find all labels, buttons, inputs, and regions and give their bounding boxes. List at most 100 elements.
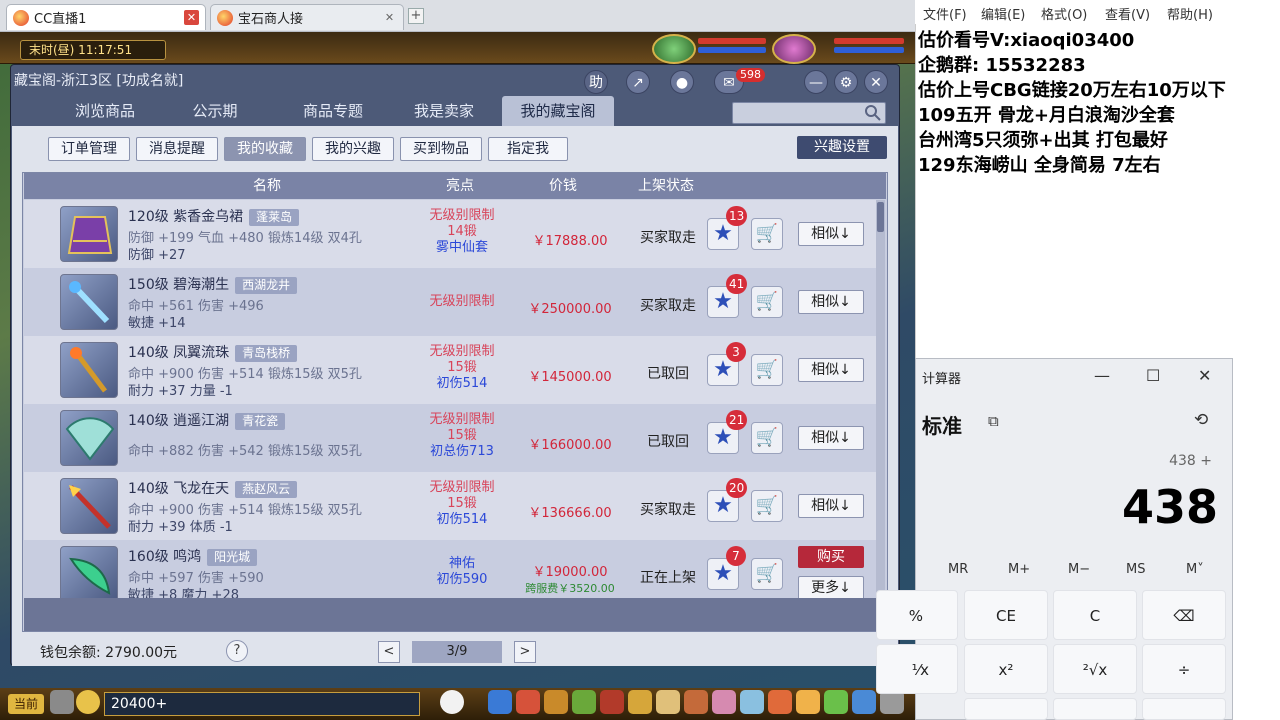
pet-avatar-icon[interactable] [652,34,696,64]
subtab-order-management[interactable]: 订单管理 [48,137,130,161]
attack-icon[interactable] [488,690,512,714]
settings-gear-icon[interactable]: ⚙ [834,70,858,94]
treasure-icon[interactable] [768,690,792,714]
cart-icon[interactable]: 🛒 [751,490,783,522]
minimize-icon[interactable]: — [804,70,828,94]
subtab-my-favorites[interactable]: 我的收藏 [224,137,306,161]
notepad-line[interactable]: 129东海崂山 全身简易 7左右 [918,151,1161,177]
notepad-line[interactable]: 企鹅群: 15532283 [918,51,1086,77]
menu-help[interactable]: 帮助(H) [1167,4,1213,23]
similar-button[interactable]: 相似↓ [798,290,864,314]
close-icon[interactable]: ✕ [864,70,888,94]
notepad-line[interactable]: 台州湾5只须弥+出其 打包最好 [918,126,1168,152]
team-icon[interactable] [600,690,624,714]
task-icon[interactable] [656,690,680,714]
cart-icon[interactable]: 🛒 [751,286,783,318]
memory-subtract-button[interactable]: M− [1068,562,1090,577]
menu-file[interactable]: 文件(F) [923,4,967,23]
tab-public-period[interactable]: 公示期 [170,96,260,126]
mall-icon[interactable] [796,690,820,714]
minimize-window-icon[interactable]: — [1094,366,1110,385]
clear-key[interactable]: C [1053,590,1137,640]
calculator-mode[interactable]: 标准 [922,410,962,439]
similar-button[interactable]: 相似↓ [798,494,864,518]
maximize-window-icon[interactable]: ☐ [1146,366,1160,385]
similar-button[interactable]: 相似↓ [798,426,864,450]
memory-recall-button[interactable]: MR [948,562,968,577]
calculator-key[interactable] [1142,698,1226,720]
tab-topics[interactable]: 商品专题 [280,96,386,126]
system-icon[interactable] [852,690,876,714]
subtab-designated-me[interactable]: 指定我 [488,137,568,161]
reciprocal-key[interactable]: ¹⁄x [876,644,958,694]
player-avatar-icon[interactable] [772,34,816,64]
next-page-button[interactable]: > [514,641,536,663]
table-row[interactable]: 160级 鸣鸿 阳光城 命中 +597 伤害 +590 敏捷 +8 魔力 +28 … [24,540,876,598]
jade-fan-icon[interactable] [60,410,118,466]
memory-store-button[interactable]: MS [1126,562,1145,577]
tab-i-am-seller[interactable]: 我是卖家 [396,96,492,126]
cart-icon[interactable]: 🛒 [751,422,783,454]
close-tab-icon[interactable]: ✕ [184,10,199,25]
backspace-key[interactable]: ⌫ [1142,590,1226,640]
subtab-message-reminder[interactable]: 消息提醒 [136,137,218,161]
square-key[interactable]: x² [964,644,1048,694]
similar-button[interactable]: 相似↓ [798,358,864,382]
help-button[interactable]: 助 [584,70,608,94]
subtab-my-interests[interactable]: 我的兴趣 [312,137,394,161]
clear-entry-key[interactable]: CE [964,590,1048,640]
green-blade-icon[interactable] [60,546,118,598]
notepad-line[interactable]: 估价上号CBG链接20万左右10万以下 [918,76,1226,102]
pet-portrait-icon[interactable] [440,690,464,714]
guild-icon[interactable] [684,690,708,714]
menu-edit[interactable]: 编辑(E) [981,4,1025,23]
search-input[interactable] [732,102,886,124]
history-icon[interactable]: ⟲ [1194,410,1208,430]
table-scrollbar[interactable] [876,200,885,598]
calculator-key[interactable] [1053,698,1137,720]
item-bag-icon[interactable] [516,690,540,714]
notepad-line[interactable]: 估价看号V:xiaoqi03400 [918,26,1134,52]
menu-view[interactable]: 查看(V) [1105,4,1150,23]
microphone-icon[interactable] [50,690,74,714]
browser-tab-gem-merchant[interactable]: 宝石商人接 ✕ [210,4,404,30]
percent-key[interactable]: % [876,590,958,640]
table-row[interactable]: 120级 紫香金乌裙 蓬莱岛 防御 +199 气血 +480 锻炼14级 双4孔 … [24,200,876,268]
friends-icon[interactable] [712,690,736,714]
cart-icon[interactable]: 🛒 [751,558,783,590]
similar-button[interactable]: 相似↓ [798,222,864,246]
dragon-spear-icon[interactable] [60,478,118,534]
activity-icon[interactable] [740,690,764,714]
notepad-line[interactable]: 109五开 骨龙+月白浪淘沙全套 [918,101,1175,127]
chat-input[interactable]: 20400+ [104,692,420,716]
close-tab-icon[interactable]: ✕ [382,10,397,25]
share-icon[interactable]: ↗ [626,70,650,94]
keep-on-top-icon[interactable]: ⧉ [988,412,999,430]
golden-staff-icon[interactable] [60,342,118,398]
table-row[interactable]: 150级 碧海潮生 西湖龙井 命中 +561 伤害 +496 敏捷 +14 无级别… [24,268,876,336]
give-icon[interactable] [544,690,568,714]
purple-skirt-icon[interactable] [60,206,118,262]
table-row[interactable]: 140级 飞龙在天 燕赵风云 命中 +900 伤害 +514 锻炼15级 双5孔 … [24,472,876,540]
pet-menu-icon[interactable] [628,690,652,714]
table-row[interactable]: 140级 逍遥江湖 青花瓷 命中 +882 伤害 +542 锻炼15级 双5孔 无… [24,404,876,472]
more-button[interactable]: 更多↓ [798,576,864,598]
map-icon[interactable] [824,690,848,714]
cart-icon[interactable]: 🛒 [751,354,783,386]
new-tab-button[interactable]: + [408,8,424,24]
question-icon[interactable]: ? [226,640,248,662]
calculator-key[interactable] [964,698,1048,720]
chat-channel-button[interactable]: 当前 [8,694,44,714]
buy-button[interactable]: 购买 [798,546,864,568]
emoji-icon[interactable] [76,690,100,714]
menu-format[interactable]: 格式(O) [1041,4,1087,23]
square-root-key[interactable]: ²√x [1053,644,1137,694]
cart-icon[interactable]: 🛒 [751,218,783,250]
subtab-bought-items[interactable]: 买到物品 [400,137,482,161]
tab-browse-goods[interactable]: 浏览商品 [52,96,158,126]
close-window-icon[interactable]: ✕ [1198,366,1211,385]
table-scrollbar-thumb[interactable] [877,202,884,232]
table-row[interactable]: 140级 凤翼流珠 青岛栈桥 命中 +900 伤害 +514 锻炼15级 双5孔 … [24,336,876,404]
record-icon[interactable]: ● [670,70,694,94]
trade-icon[interactable] [572,690,596,714]
